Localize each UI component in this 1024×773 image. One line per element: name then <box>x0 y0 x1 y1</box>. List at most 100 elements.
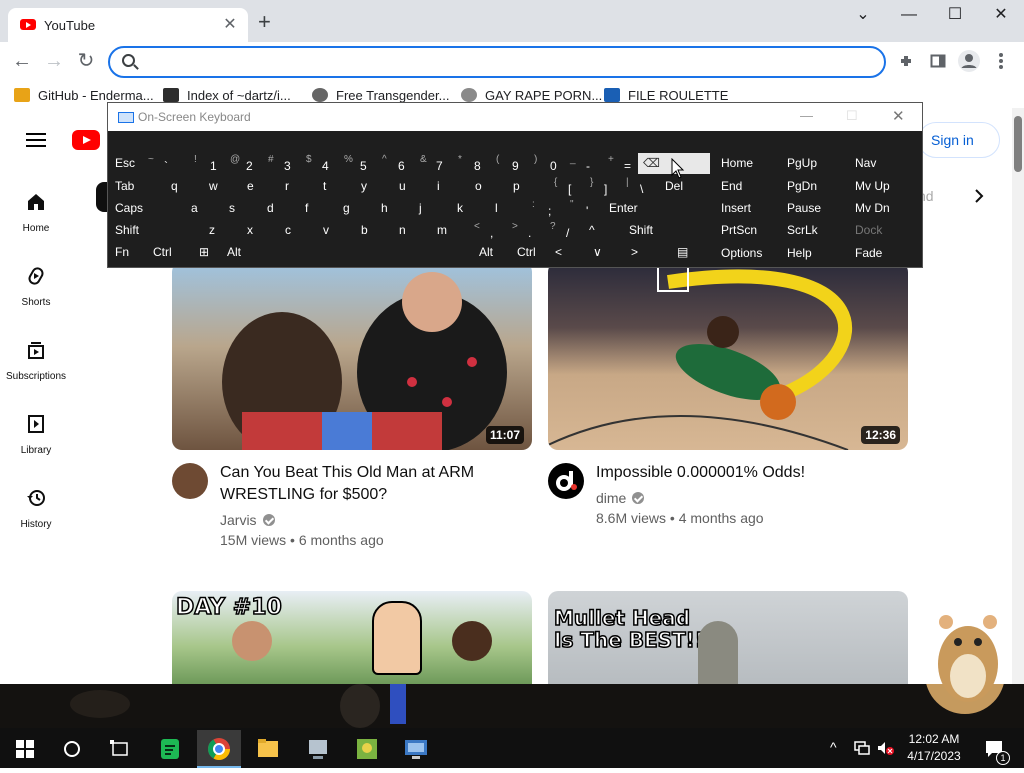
osk-nav-key[interactable]: ScrLk <box>782 220 846 241</box>
osk-nav-key[interactable]: Help <box>782 243 846 264</box>
video-thumbnail[interactable]: Mullet Head Is The BEST!! <box>548 591 908 684</box>
osk-close-button[interactable]: ✕ <box>892 107 905 125</box>
osk-key[interactable]: n <box>394 220 430 241</box>
osk-nav-key[interactable]: End <box>716 176 778 197</box>
minimize-button[interactable]: — <box>886 4 932 26</box>
osk-key[interactable]: }] <box>586 176 620 197</box>
osk-key[interactable]: & 7 <box>416 153 452 174</box>
channel-name[interactable]: dime <box>596 490 645 506</box>
osk-minimize-button[interactable]: — <box>800 108 813 123</box>
osk-key[interactable]: a <box>186 198 222 219</box>
osk-key[interactable]: ) 0 <box>530 153 566 174</box>
osk-key[interactable]: > <box>626 242 666 263</box>
bookmark-gay[interactable]: GAY RAPE PORN... <box>461 88 602 103</box>
menu-icon[interactable] <box>996 52 1006 70</box>
hamburger-menu-icon[interactable] <box>26 133 46 147</box>
osk-key[interactable]: * 8 <box>454 153 490 174</box>
osk-key[interactable]: ? / <box>546 220 582 241</box>
taskbar-app-network[interactable] <box>296 730 340 768</box>
osk-nav-key[interactable]: Mv Dn <box>850 198 916 219</box>
osk-key[interactable]: ^ <box>584 220 622 241</box>
taskbar-clock[interactable]: 12:02 AM 4/17/2023 <box>898 731 970 765</box>
reload-button[interactable]: ↻ <box>74 50 98 74</box>
bookmark-transgender[interactable]: Free Transgender... <box>312 88 449 103</box>
osk-key[interactable]: v <box>318 220 354 241</box>
osk-key[interactable]: k <box>452 198 488 219</box>
osk-key[interactable]: e <box>242 176 278 197</box>
osk-key[interactable]: < <box>550 242 586 263</box>
osk-key[interactable]: Ctrl <box>148 242 192 263</box>
video-thumbnail[interactable]: 11:07 <box>172 262 532 450</box>
side-panel-icon[interactable] <box>930 53 946 69</box>
channel-name[interactable]: Jarvis <box>220 512 275 528</box>
osk-key[interactable]: <, <box>470 220 506 241</box>
osk-key[interactable]: Tab <box>110 176 164 197</box>
osk-key[interactable]: x <box>242 220 278 241</box>
video-title[interactable]: Can You Beat This Old Man at ARM WRESTLI… <box>220 462 474 506</box>
osk-key[interactable]: Shift <box>110 220 202 241</box>
tray-overflow-chevron-icon[interactable]: ^ <box>830 739 837 755</box>
video-thumbnail[interactable]: DAY #10 <box>172 591 532 684</box>
osk-key[interactable]: ^ 6 <box>378 153 414 174</box>
osk-key[interactable]: Enter <box>604 198 714 219</box>
osk-key[interactable]: g <box>338 198 374 219</box>
address-input[interactable] <box>146 52 870 72</box>
osk-key[interactable]: q <box>166 176 202 197</box>
osk-maximize-button[interactable]: ☐ <box>846 108 858 124</box>
sidebar-item-library[interactable]: Library <box>0 414 72 456</box>
tab-search-button[interactable]: ⌄ <box>840 4 886 26</box>
page-scrollbar[interactable] <box>1012 108 1024 684</box>
osk-key[interactable]: t <box>318 176 354 197</box>
osk-key[interactable]: c <box>280 220 316 241</box>
forward-button[interactable]: → <box>42 50 66 74</box>
osk-key[interactable]: @2 <box>226 153 262 174</box>
osk-nav-key[interactable]: Home <box>716 153 778 174</box>
osk-key[interactable]: :; <box>528 198 564 219</box>
search-cortana-icon[interactable] <box>63 740 81 758</box>
osk-key[interactable]: Fn <box>110 242 146 263</box>
osk-key[interactable]: Alt <box>474 242 510 263</box>
osk-key[interactable]: " ' <box>566 198 602 219</box>
osk-key[interactable]: Esc <box>110 153 146 174</box>
osk-nav-key[interactable]: Options <box>716 243 778 264</box>
osk-key[interactable]: Alt <box>222 242 272 263</box>
osk-key[interactable]: p <box>508 176 544 197</box>
osk-nav-key[interactable]: Fade <box>850 243 916 264</box>
tab-close-icon[interactable]: ✕ <box>220 14 240 34</box>
osk-key[interactable]: m <box>432 220 468 241</box>
osk-key[interactable]: f <box>300 198 336 219</box>
osk-key[interactable]: ~ ` <box>144 153 180 174</box>
osk-key[interactable]: u <box>394 176 430 197</box>
sidebar-item-home[interactable]: Home <box>0 192 72 234</box>
osk-key[interactable]: % 5 <box>340 153 376 174</box>
osk-key[interactable]: {[ <box>550 176 584 197</box>
osk-nav-key[interactable]: PgDn <box>782 176 846 197</box>
osk-key[interactable]: Caps <box>110 198 184 219</box>
osk-key[interactable]: s <box>224 198 260 219</box>
start-windows-icon[interactable] <box>16 740 34 758</box>
osk-key[interactable]: ⊞ <box>194 242 220 263</box>
osk-key[interactable]: #3 <box>264 153 300 174</box>
youtube-logo-icon[interactable] <box>72 130 100 150</box>
osk-key[interactable]: d <box>262 198 298 219</box>
taskbar-app-spotify[interactable] <box>148 730 192 768</box>
osk-nav-key[interactable]: Mv Up <box>850 176 916 197</box>
extensions-icon[interactable] <box>898 53 914 69</box>
osk-nav-key[interactable]: PgUp <box>782 153 846 174</box>
osk-key[interactable]: b <box>356 220 392 241</box>
sidebar-item-subscriptions[interactable]: Subscriptions <box>0 340 72 382</box>
osk-nav-key[interactable]: Insert <box>716 198 778 219</box>
sidebar-item-shorts[interactable]: Shorts <box>0 266 72 308</box>
osk-key[interactable]: i <box>432 176 468 197</box>
osk-key[interactable]: j <box>414 198 450 219</box>
chevron-right-icon[interactable] <box>972 188 986 204</box>
address-bar[interactable] <box>108 46 886 78</box>
osk-key[interactable]: | \ <box>622 176 656 197</box>
osk-title-bar[interactable]: On-Screen Keyboard — ☐ ✕ <box>108 103 922 131</box>
osk-key[interactable]: l <box>490 198 526 219</box>
osk-nav-key[interactable]: Dock <box>850 220 916 241</box>
video-thumbnail[interactable]: 12:36 <box>548 262 908 450</box>
network-icon[interactable] <box>853 740 871 756</box>
osk-key[interactable]: z <box>204 220 240 241</box>
osk-key[interactable]: _ - <box>566 153 602 174</box>
